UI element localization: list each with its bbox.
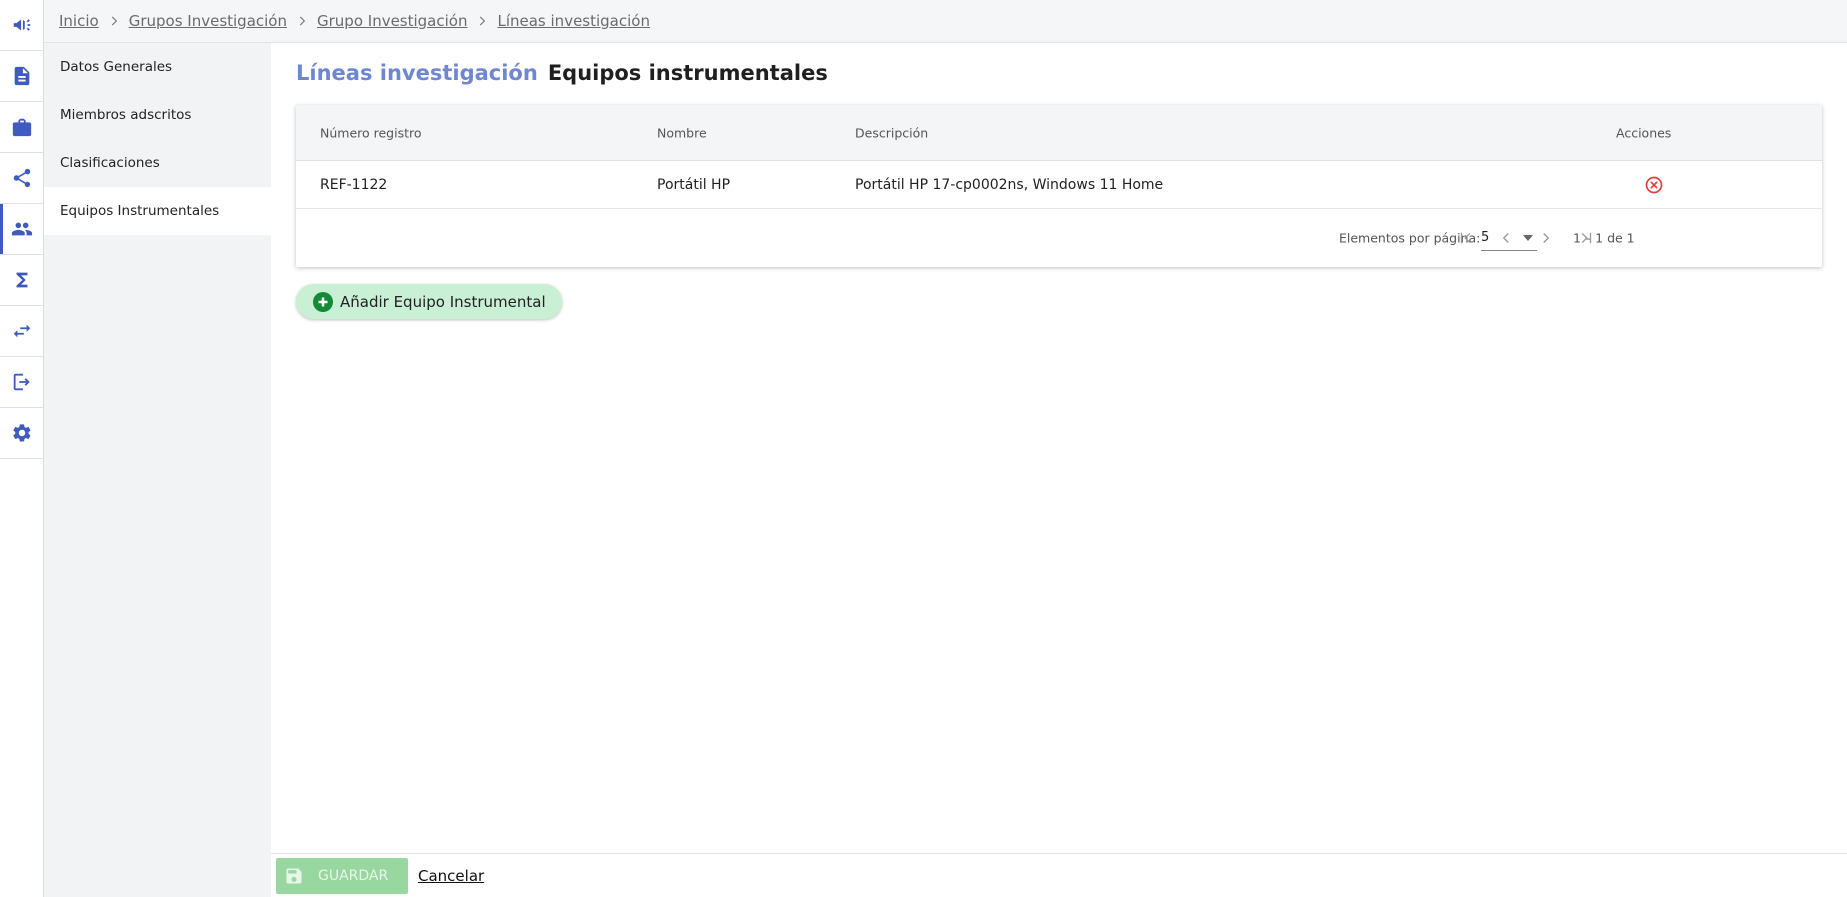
rail-item-groups[interactable] [0,204,43,255]
page-size-value: 5 [1481,230,1490,245]
section-clasificaciones[interactable]: Clasificaciones [44,139,271,187]
chevron-right-icon [107,14,121,28]
breadcrumb-grupos-investigacion[interactable]: Grupos Investigación [129,12,287,30]
add-equipo-label: Añadir Equipo Instrumental [340,292,546,311]
section-datos-generales[interactable]: Datos Generales [44,43,271,91]
rail-item-logout[interactable] [0,357,43,408]
header-acciones: Acciones [1616,125,1672,140]
briefcase-icon [12,118,31,137]
icon-rail [0,0,44,897]
paginator: Elementos por página: 5 1 – 1 de 1 [296,209,1822,267]
page-title-current: Equipos instrumentales [547,61,828,85]
breadcrumb-grupo-investigacion[interactable]: Grupo Investigación [317,12,467,30]
page-title-parent: Líneas investigación [296,61,538,85]
page-title: Líneas investigación Equipos instrumenta… [296,61,828,85]
delete-row-button[interactable] [1643,174,1665,196]
section-nav: Datos Generales Miembros adscritos Clasi… [44,43,271,897]
equipos-table: Número registro Nombre Descripción Accio… [296,105,1822,267]
table-row: REF-1122 Portátil HP Portátil HP 17-cp00… [296,161,1822,209]
cell-numero-registro: REF-1122 [320,176,388,193]
cancel-link[interactable]: Cancelar [418,867,484,885]
people-icon [11,222,32,236]
document-icon [14,66,29,86]
chevron-right-icon [475,14,489,28]
rail-item-transfer[interactable] [0,306,43,357]
next-page-button[interactable] [1532,225,1560,251]
save-label: GUARDAR [318,868,389,884]
header-nombre[interactable]: Nombre [657,125,707,140]
delete-circle-icon [1645,176,1663,193]
cell-descripcion: Portátil HP 17-cp0002ns, Windows 11 Home [855,176,1164,193]
gear-icon [12,424,30,442]
add-equipo-button[interactable]: Añadir Equipo Instrumental [296,284,562,319]
section-equipos-instrumentales[interactable]: Equipos Instrumentales [44,187,271,235]
chevron-right-icon [1543,233,1550,243]
chevron-left-icon [1502,233,1509,243]
header-numero-registro[interactable]: Número registro [320,125,422,140]
main-content: Líneas investigación Equipos instrumenta… [271,43,1847,853]
chevron-right-icon [295,14,309,28]
share-icon [13,168,30,188]
breadcrumb-inicio[interactable]: Inicio [59,12,99,30]
save-button[interactable]: GUARDAR [276,858,408,894]
last-page-button[interactable] [1572,225,1600,251]
save-icon [286,868,302,884]
rail-item-notices[interactable] [0,0,43,51]
rail-item-projects[interactable] [0,102,43,153]
app: Inicio Grupos Investigación Grupo Invest… [0,0,1847,897]
rail-item-settings[interactable] [0,408,43,459]
footer-actions: GUARDAR Cancelar [271,853,1847,897]
previous-page-button[interactable] [1492,225,1520,251]
rail-item-sum[interactable] [0,255,43,306]
logout-icon [13,373,30,391]
first-page-icon [1460,232,1471,244]
rail-item-share[interactable] [0,153,43,204]
rail-item-documents[interactable] [0,51,43,102]
section-miembros-adscritos[interactable]: Miembros adscritos [44,91,271,139]
last-page-icon [1581,232,1592,244]
sigma-icon [16,272,27,288]
table-header: Número registro Nombre Descripción Accio… [296,105,1822,161]
swap-arrows-icon [13,324,30,338]
add-circle-icon [313,291,333,312]
megaphone-icon [13,19,30,31]
first-page-button[interactable] [1452,225,1480,251]
cell-nombre: Portátil HP [657,176,731,193]
breadcrumb-lineas-investigacion[interactable]: Líneas investigación [497,12,650,30]
header-descripcion[interactable]: Descripción [855,125,928,140]
breadcrumb: Inicio Grupos Investigación Grupo Invest… [44,0,1847,43]
